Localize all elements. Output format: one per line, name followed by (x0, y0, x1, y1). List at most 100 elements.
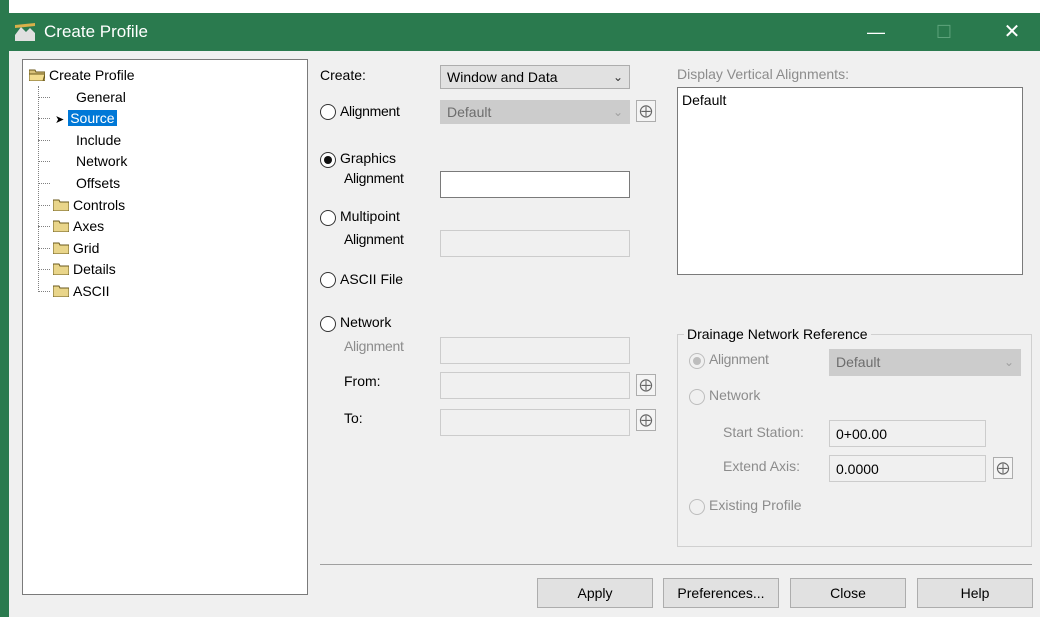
start-station-label: Start Station: (723, 424, 804, 440)
drainage-network-radio (689, 389, 705, 405)
network-from-label: From: (344, 373, 381, 389)
tree-dash (38, 226, 50, 227)
maximize-button: ☐ (935, 22, 953, 42)
source-network-label: Network (340, 314, 392, 330)
tree-item-network[interactable]: Network (76, 151, 127, 171)
source-graphics-radio[interactable] (320, 152, 336, 168)
preferences-button[interactable]: Preferences... (663, 578, 779, 608)
tree-dash (38, 248, 50, 249)
vertical-alignments-label: Display Vertical Alignments: (677, 66, 849, 82)
tree-item-source[interactable]: ➤ Source (55, 108, 117, 128)
network-alignment-label: Alignment (344, 338, 404, 354)
tree-folder-details[interactable]: Details (53, 259, 116, 279)
list-item[interactable]: Default (682, 92, 726, 108)
crosshair-icon: ⨁ (639, 412, 653, 427)
close-button[interactable]: Close (790, 578, 906, 608)
source-multipoint-label: Multipoint (340, 208, 400, 224)
tree-folder-controls[interactable]: Controls (53, 195, 125, 215)
tree-item-general[interactable]: General (76, 87, 126, 107)
source-ascii-radio[interactable] (320, 272, 336, 288)
tree-folder-grid[interactable]: Grid (53, 238, 99, 258)
help-button[interactable]: Help (917, 578, 1033, 608)
alignment-value: Default (447, 104, 492, 120)
source-multipoint-radio[interactable] (320, 210, 336, 226)
tree-dash (38, 205, 50, 206)
tree-item-label: General (76, 89, 126, 105)
alignment-dropdown: Default ⌄ (440, 100, 630, 124)
multipoint-alignment-label: Alignment (344, 231, 404, 247)
tree-folder-label: Controls (73, 197, 126, 213)
vertical-alignments-list[interactable]: Default (677, 87, 1023, 275)
tree-folder-label: ASCII (73, 283, 110, 299)
crosshair-icon: ⨁ (639, 103, 653, 118)
navigation-tree[interactable]: Create Profile General ➤ Source Include N… (22, 59, 308, 595)
extend-axis-input: 0.0000 (829, 455, 986, 482)
graphics-alignment-input[interactable] (440, 171, 630, 198)
tree-folder-label: Grid (73, 240, 100, 256)
tree-folder-label: Axes (73, 218, 105, 234)
folder-icon (53, 220, 69, 232)
start-station-input: 0+00.00 (829, 420, 986, 447)
multipoint-alignment-input (440, 230, 630, 257)
tree-item-label: Include (76, 132, 122, 148)
source-alignment-radio[interactable] (320, 104, 336, 120)
tree-root-create-profile[interactable]: Create Profile (29, 65, 135, 85)
existing-profile-radio (689, 499, 705, 515)
alignment-pick-button[interactable]: ⨁ (636, 100, 656, 122)
apply-button[interactable]: Apply (537, 578, 653, 608)
existing-profile-label: Existing Profile (709, 497, 802, 513)
source-alignment-label: Alignment (340, 103, 400, 119)
current-arrow-icon: ➤ (55, 114, 65, 126)
tree-item-label: Network (76, 153, 128, 169)
screen-top-strip (0, 0, 1040, 13)
start-station-value: 0+00.00 (836, 426, 887, 442)
drainage-alignment-dropdown: Default ⌄ (829, 349, 1021, 376)
close-window-button[interactable]: ✕ (989, 13, 1035, 51)
graphics-alignment-label: Alignment (344, 170, 404, 186)
tree-dash (38, 269, 50, 270)
to-pick-button[interactable]: ⨁ (636, 409, 656, 431)
chevron-down-icon: ⌄ (1003, 355, 1014, 369)
network-to-label: To: (344, 410, 363, 426)
folder-icon (53, 263, 69, 275)
from-pick-button[interactable]: ⨁ (636, 374, 656, 396)
drainage-network-title: Drainage Network Reference (684, 326, 871, 342)
drainage-alignment-value: Default (836, 354, 881, 370)
drainage-alignment-label: Alignment (709, 351, 769, 367)
tree-connector (38, 86, 39, 292)
create-mode-dropdown[interactable]: Window and Data ⌄ (440, 65, 630, 89)
tree-dash (38, 161, 50, 162)
network-to-input (440, 409, 630, 436)
create-mode-value: Window and Data (447, 69, 558, 85)
open-folder-icon (29, 69, 45, 81)
tree-folder-axes[interactable]: Axes (53, 216, 104, 236)
chevron-down-icon: ⌄ (612, 70, 623, 84)
source-graphics-label: Graphics (340, 150, 397, 166)
tree-item-offsets[interactable]: Offsets (76, 173, 120, 193)
tree-folder-ascii[interactable]: ASCII (53, 281, 110, 301)
tree-item-include[interactable]: Include (76, 130, 121, 150)
drainage-alignment-radio (689, 353, 705, 369)
tree-folder-label: Details (73, 261, 116, 277)
network-alignment-input (440, 337, 630, 364)
source-network-radio[interactable] (320, 316, 336, 332)
title-bar[interactable]: Create Profile — ☐ ✕ (9, 13, 1040, 51)
minimize-button[interactable]: — (853, 13, 899, 51)
bottom-separator (320, 564, 1032, 565)
window-title: Create Profile (44, 22, 148, 41)
crosshair-icon: ⨁ (996, 460, 1010, 475)
tree-item-label: Offsets (76, 175, 121, 191)
folder-icon (53, 242, 69, 254)
tree-dash (38, 183, 50, 184)
tree-dash (38, 291, 50, 292)
window-left-frame (0, 0, 9, 617)
chevron-down-icon: ⌄ (612, 105, 623, 119)
create-profile-window: Create Profile — ☐ ✕ Create Profile Gene… (0, 0, 1040, 617)
source-ascii-label: ASCII File (340, 271, 404, 287)
network-from-input (440, 372, 630, 399)
tree-dash (38, 118, 50, 119)
drainage-network-label: Network (709, 387, 761, 403)
tree-root-label: Create Profile (49, 67, 135, 83)
tree-item-label: Source (68, 110, 117, 126)
extend-axis-pick-button[interactable]: ⨁ (993, 457, 1013, 479)
